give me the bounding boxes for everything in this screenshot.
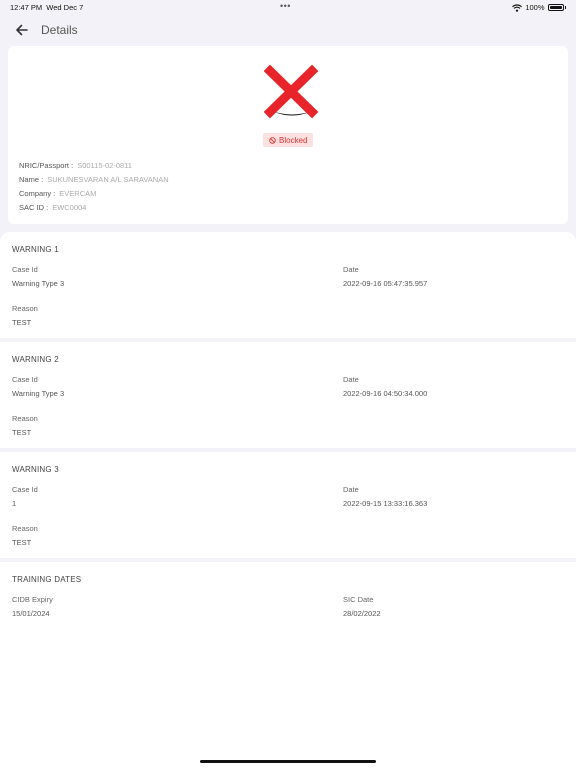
warning-title: WARNING 1 [12,245,59,254]
status-bar: 12:47 PM Wed Dec 7 ••• 100% [0,0,576,16]
date-label: Date [343,485,359,494]
sic-date-label: SIC Date [343,595,374,604]
battery-percent: 100% [525,3,545,12]
warning-title: WARNING 2 [12,355,59,364]
name-value: SUKUNESVARAN A/L SARAVANAN [47,175,169,184]
date-label: Date [343,375,359,384]
training-title: TRAINING DATES [12,575,82,584]
case-id-label: Case Id [12,265,38,274]
ban-icon [269,136,276,144]
warning-section-1: WARNING 1 Case Id Warning Type 3 Date 20… [0,232,576,338]
multitasking-dots[interactable]: ••• [280,1,291,11]
wifi-icon [512,3,523,12]
reason-value: TEST [12,538,32,547]
date-label: Date [343,265,359,274]
case-id-label: Case Id [12,375,38,384]
training-dates-section: TRAINING DATES CIDB Expiry 15/01/2024 SI… [0,562,576,768]
name-row: Name : SUKUNESVARAN A/L SARAVANAN [19,175,169,184]
date-value: 2022-09-16 04:50:34.000 [343,389,428,398]
date-value: 2022-09-15 13:33:16.363 [343,499,428,508]
company-value: EVERCAM [59,189,97,198]
cidb-expiry-value: 15/01/2024 [12,609,50,618]
case-id-value: Warning Type 3 [12,279,65,288]
case-id-value: Warning Type 3 [12,389,65,398]
sac-id-row: SAC ID : EWC0004 [19,203,86,212]
blocked-x-icon [264,64,319,119]
warning-title: WARNING 3 [12,465,59,474]
reason-label: Reason [12,524,38,533]
warning-section-3: WARNING 3 Case Id 1 Date 2022-09-15 13:3… [0,452,576,558]
status-badge: Blocked [263,133,314,147]
status-time: 12:47 PM Wed Dec 7 [10,3,84,12]
reason-label: Reason [12,304,38,313]
reason-label: Reason [12,414,38,423]
reason-value: TEST [12,428,32,437]
reason-value: TEST [12,318,32,327]
company-row: Company : EVERCAM [19,189,96,198]
date-value: 2022-09-16 05:47:35.957 [343,279,428,288]
warning-section-2: WARNING 2 Case Id Warning Type 3 Date 20… [0,342,576,448]
sac-id-value: EWC0004 [52,203,87,212]
status-right: 100% [512,3,566,12]
sic-date-value: 28/02/2022 [343,609,381,618]
status-badge-label: Blocked [279,135,308,145]
back-arrow-icon[interactable] [12,20,32,40]
nric-row: NRIC/Passport : S00115-02-0811 [19,161,132,170]
page-title: Details [41,23,78,37]
home-indicator[interactable] [200,760,376,763]
nric-value: S00115-02-0811 [77,161,132,170]
case-id-label: Case Id [12,485,38,494]
case-id-value: 1 [12,499,17,508]
company-label: Company : [19,189,56,198]
nric-label: NRIC/Passport : [19,161,74,170]
battery-icon [547,4,564,11]
name-label: Name : [19,175,44,184]
profile-card: Blocked NRIC/Passport : S00115-02-0811 Na… [8,46,568,224]
sac-id-label: SAC ID : [19,203,49,212]
battery-tip [564,6,566,9]
nav-bar: Details [0,16,576,44]
cidb-expiry-label: CIDB Expiry [12,595,53,604]
